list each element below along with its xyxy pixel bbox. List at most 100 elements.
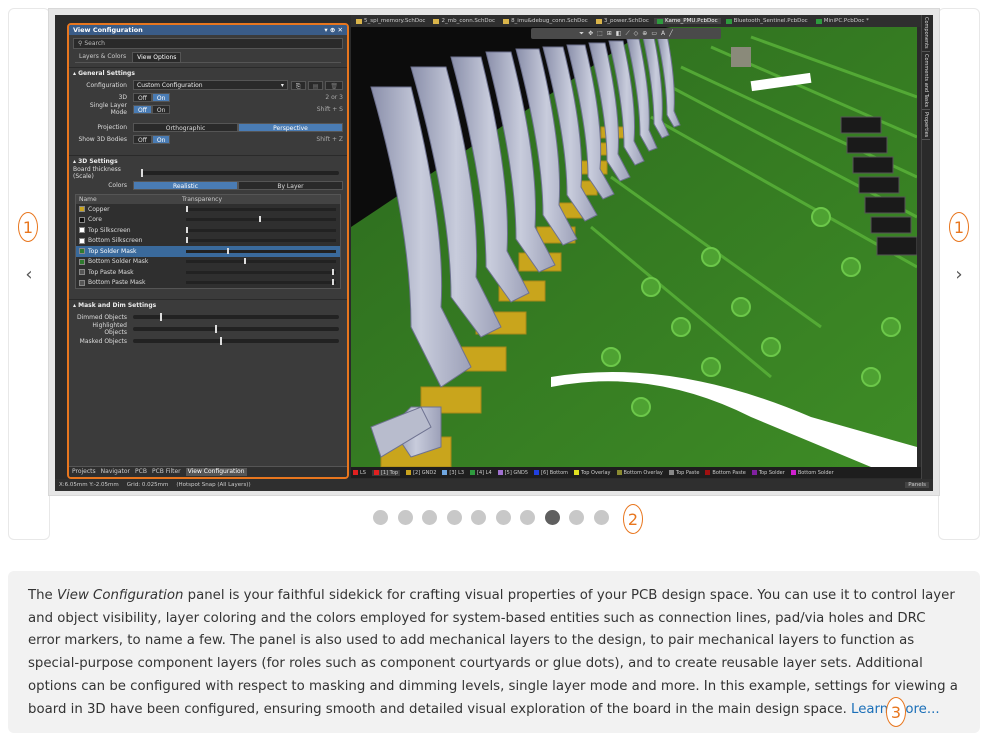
transparency-slider[interactable]: [186, 247, 336, 254]
slider-knob[interactable]: [226, 247, 229, 254]
by-layer-button[interactable]: By Layer: [238, 180, 343, 190]
layer-tab[interactable]: Bottom Paste: [705, 470, 746, 476]
layer-color-swatch[interactable]: [79, 227, 85, 234]
route-icon[interactable]: ⟋: [625, 30, 629, 38]
layer-row[interactable]: Top Silkscreen: [76, 225, 340, 236]
layer-color-swatch[interactable]: [79, 248, 85, 255]
layer-tab[interactable]: [2] GND2: [406, 470, 436, 476]
document-tab[interactable]: 3_power.SchDoc: [593, 18, 652, 24]
3d-on-button[interactable]: On: [151, 92, 171, 102]
layer-color-swatch[interactable]: [79, 216, 85, 223]
components-panel-tab[interactable]: Components: [922, 15, 930, 52]
tab-view-configuration[interactable]: View Configuration: [185, 468, 247, 476]
tab-projects[interactable]: Projects: [72, 468, 96, 476]
board-thickness-slider[interactable]: [141, 169, 339, 177]
carousel-dot[interactable]: [520, 510, 535, 525]
layer-row[interactable]: Bottom Solder Mask: [76, 257, 340, 268]
section-header-mask-dim[interactable]: ▴ Mask and Dim Settings: [69, 299, 347, 311]
shape-icon[interactable]: ◇: [634, 30, 639, 37]
layer-tab[interactable]: [1] Top: [371, 469, 401, 476]
layer-color-swatch[interactable]: [79, 258, 85, 265]
transparency-slider[interactable]: [186, 226, 336, 233]
slider-knob[interactable]: [186, 226, 188, 233]
3d-off-button[interactable]: Off: [133, 92, 152, 102]
layer-row[interactable]: Top Paste Mask: [76, 267, 340, 278]
layer-tab[interactable]: LS: [353, 470, 366, 476]
layer-row[interactable]: Core: [76, 215, 340, 226]
dimmed-slider[interactable]: [133, 313, 339, 321]
panel-window-icons[interactable]: ▾ ⊕ ✕: [324, 26, 343, 34]
slider-knob[interactable]: [186, 205, 188, 212]
delete-config-icon[interactable]: 🗑: [325, 80, 343, 90]
document-tab[interactable]: Kame_PMU.PcbDoc: [653, 18, 721, 24]
slider-knob[interactable]: [219, 337, 222, 345]
transparency-slider[interactable]: [186, 216, 336, 223]
layer-color-swatch[interactable]: [79, 279, 85, 286]
layer-row[interactable]: Copper: [76, 204, 340, 215]
carousel-dot[interactable]: [569, 510, 584, 525]
slider-knob[interactable]: [244, 258, 247, 265]
carousel-dot[interactable]: [397, 510, 413, 525]
layer-tab[interactable]: Top Paste: [668, 470, 699, 476]
tab-navigator[interactable]: Navigator: [101, 468, 130, 476]
zoom-icon[interactable]: ⊕: [642, 30, 647, 37]
pcb-3d-view[interactable]: ⏷ ✥ ⬚ ⊞ ◧ ⟋ ◇ ⊕ ▭ A ╱: [351, 27, 917, 467]
layer-color-swatch[interactable]: [79, 269, 85, 276]
document-tab[interactable]: 2_mb_conn.SchDoc: [430, 18, 498, 24]
line-icon[interactable]: ╱: [669, 30, 673, 37]
carousel-dot[interactable]: [471, 510, 486, 525]
layer-row[interactable]: Bottom Silkscreen: [76, 236, 340, 247]
text-icon[interactable]: A: [661, 30, 665, 37]
tab-pcb[interactable]: PCB: [135, 468, 147, 476]
slider-knob[interactable]: [215, 325, 218, 333]
transparency-slider[interactable]: [186, 205, 336, 212]
layer-tab[interactable]: [6] Bottom: [534, 470, 568, 476]
carousel-dot[interactable]: [495, 510, 511, 525]
section-header-general[interactable]: ▴ General Settings: [69, 67, 347, 79]
layer-tab[interactable]: Bottom Solder: [790, 470, 834, 476]
slider-knob[interactable]: [258, 216, 261, 223]
document-tab[interactable]: 8_imu&debug_conn.SchDoc: [500, 18, 591, 24]
realistic-button[interactable]: Realistic: [133, 180, 238, 190]
layer-tab[interactable]: [3] L3: [442, 470, 464, 476]
document-tab[interactable]: Bluetooth_Sentinel.PcbDoc: [723, 18, 811, 24]
slider-knob[interactable]: [186, 237, 188, 244]
carousel-prev-button[interactable]: ‹: [8, 8, 50, 540]
transparency-slider[interactable]: [186, 279, 336, 286]
carousel-dot[interactable]: [544, 510, 560, 525]
carousel-dot[interactable]: [422, 510, 437, 525]
transparency-slider[interactable]: [186, 268, 336, 275]
document-tab[interactable]: MiniPC.PcbDoc *: [813, 18, 872, 24]
layer-tab[interactable]: Top Solder: [751, 470, 785, 476]
slider-knob[interactable]: [159, 313, 162, 321]
show-3d-on-button[interactable]: On: [151, 134, 171, 144]
copy-config-icon[interactable]: ▤: [307, 80, 324, 90]
carousel-dot[interactable]: [446, 510, 462, 525]
carousel-dot[interactable]: [593, 510, 609, 525]
layer-row[interactable]: Top Solder Mask: [76, 246, 340, 257]
show-3d-off-button[interactable]: Off: [133, 134, 152, 144]
layer-color-swatch[interactable]: [79, 206, 85, 213]
orthographic-button[interactable]: Orthographic: [133, 122, 238, 132]
properties-panel-tab[interactable]: Properties: [922, 110, 930, 141]
highlighted-slider[interactable]: [133, 325, 339, 333]
rect-icon[interactable]: ▭: [651, 30, 657, 37]
layer-tab[interactable]: [5] GND5: [497, 470, 528, 476]
layer-tab[interactable]: Bottom Overlay: [616, 470, 663, 476]
single-layer-off-button[interactable]: Off: [133, 104, 152, 114]
place-icon[interactable]: ◧: [616, 30, 622, 37]
layer-tab[interactable]: Top Overlay: [574, 470, 611, 476]
slider-knob[interactable]: [141, 169, 143, 177]
comments-panel-tab[interactable]: Comments and Tasks: [922, 52, 930, 110]
tab-layers-colors[interactable]: Layers & Colors: [75, 52, 130, 62]
layer-color-swatch[interactable]: [79, 237, 85, 244]
save-config-icon[interactable]: ⎘: [290, 80, 306, 90]
single-layer-on-button[interactable]: On: [151, 104, 171, 114]
slider-knob[interactable]: [331, 279, 334, 286]
filter-icon[interactable]: ⏷: [579, 30, 584, 38]
masked-slider[interactable]: [133, 337, 339, 345]
layer-tab[interactable]: [4] L4: [470, 470, 492, 476]
panels-button[interactable]: Panels: [905, 482, 929, 488]
tab-view-options[interactable]: View Options: [132, 52, 182, 62]
configuration-dropdown[interactable]: Custom Configuration ▾: [133, 80, 288, 90]
